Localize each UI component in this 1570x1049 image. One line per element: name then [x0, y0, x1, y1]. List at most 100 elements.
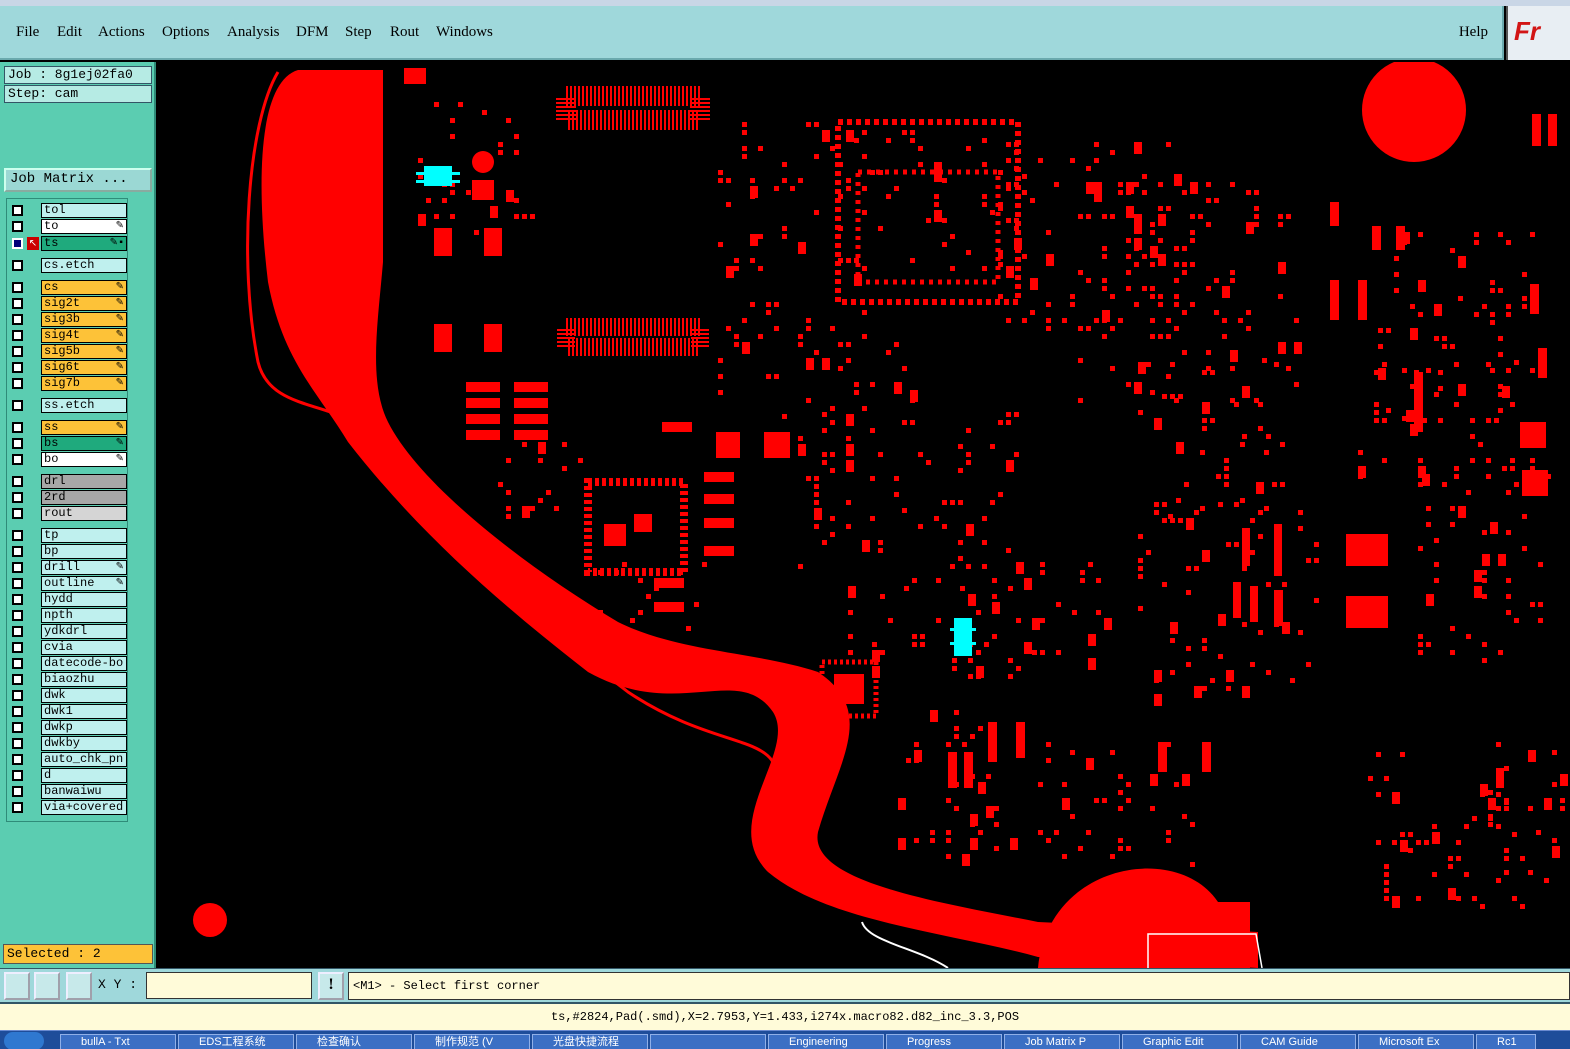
- taskbar-item[interactable]: [650, 1034, 766, 1049]
- layer-row-drl[interactable]: drl: [9, 474, 127, 489]
- menu-file[interactable]: File: [16, 24, 39, 41]
- zoom-home-icon[interactable]: [4, 972, 30, 1000]
- layer-name[interactable]: sig3b ✎: [41, 312, 127, 327]
- layer-checkbox[interactable]: [12, 786, 23, 797]
- layer-row-bs[interactable]: bs ✎: [9, 436, 127, 451]
- layer-checkbox[interactable]: [12, 260, 23, 271]
- layer-checkbox[interactable]: [12, 205, 23, 216]
- layer-row-to[interactable]: to ✎: [9, 219, 127, 234]
- layer-checkbox[interactable]: [12, 378, 23, 389]
- layer-checkbox[interactable]: [12, 454, 23, 465]
- layer-name[interactable]: dwkby: [41, 736, 127, 751]
- layer-row-bp[interactable]: bp: [9, 544, 127, 559]
- layer-row-sig3b[interactable]: sig3b ✎: [9, 312, 127, 327]
- layer-name[interactable]: banwaiwu: [41, 784, 127, 799]
- layer-row-d[interactable]: d: [9, 768, 127, 783]
- layer-checkbox[interactable]: [12, 754, 23, 765]
- layer-checkbox[interactable]: [12, 330, 23, 341]
- xy-coordinate-input[interactable]: [146, 972, 312, 999]
- start-button[interactable]: [4, 1032, 44, 1049]
- layer-checkbox[interactable]: [12, 508, 23, 519]
- layer-row-sig4t[interactable]: sig4t ✎: [9, 328, 127, 343]
- menu-analysis[interactable]: Analysis: [227, 24, 280, 41]
- layer-checkbox[interactable]: [12, 314, 23, 325]
- menu-help[interactable]: Help: [1459, 24, 1488, 41]
- pcb-layer-view[interactable]: [158, 62, 1570, 968]
- layer-checkbox[interactable]: [12, 610, 23, 621]
- layer-name[interactable]: hydd: [41, 592, 127, 607]
- layer-name[interactable]: tol: [41, 203, 127, 218]
- menu-windows[interactable]: Windows: [436, 24, 493, 41]
- layer-row-dwkp[interactable]: dwkp: [9, 720, 127, 735]
- layer-checkbox[interactable]: [12, 562, 23, 573]
- taskbar-item[interactable]: Microsoft Ex: [1358, 1034, 1474, 1049]
- layer-checkbox[interactable]: [12, 362, 23, 373]
- layer-name[interactable]: sig2t ✎: [41, 296, 127, 311]
- layer-row-sig7b[interactable]: sig7b ✎: [9, 376, 127, 391]
- taskbar-item[interactable]: Engineering: [768, 1034, 884, 1049]
- layer-row-biaozhu[interactable]: biaozhu: [9, 672, 127, 687]
- layer-checkbox[interactable]: [12, 221, 23, 232]
- layer-name[interactable]: 2rd: [41, 490, 127, 505]
- layer-row-bo[interactable]: bo ✎: [9, 452, 127, 467]
- alert-button[interactable]: !: [318, 972, 344, 1000]
- taskbar-item[interactable]: bullA - Txt: [60, 1034, 176, 1049]
- layer-row-cs-etch[interactable]: cs.etch: [9, 258, 127, 273]
- layer-row-banwaiwu[interactable]: banwaiwu: [9, 784, 127, 799]
- layer-checkbox[interactable]: [12, 282, 23, 293]
- layer-name[interactable]: sig5b ✎: [41, 344, 127, 359]
- layer-row-dwkby[interactable]: dwkby: [9, 736, 127, 751]
- layer-row-via-covered[interactable]: via+covered: [9, 800, 127, 815]
- layer-checkbox[interactable]: [12, 400, 23, 411]
- measure-icon[interactable]: [34, 972, 60, 1000]
- layer-row-sig2t[interactable]: sig2t ✎: [9, 296, 127, 311]
- layer-name[interactable]: outline ✎: [41, 576, 127, 591]
- layer-name[interactable]: drl: [41, 474, 127, 489]
- taskbar-item[interactable]: 光盘快捷流程: [532, 1034, 648, 1049]
- layer-checkbox[interactable]: [12, 476, 23, 487]
- taskbar-item[interactable]: Graphic Edit: [1122, 1034, 1238, 1049]
- layer-row-npth[interactable]: npth: [9, 608, 127, 623]
- layer-checkbox[interactable]: [12, 674, 23, 685]
- layer-name[interactable]: npth: [41, 608, 127, 623]
- layer-name[interactable]: d: [41, 768, 127, 783]
- layer-row-tol[interactable]: tol: [9, 203, 127, 218]
- layer-name[interactable]: cs ✎: [41, 280, 127, 295]
- layer-name[interactable]: dwk: [41, 688, 127, 703]
- layer-name[interactable]: auto_chk_pn: [41, 752, 127, 767]
- layer-row-ydkdrl[interactable]: ydkdrl: [9, 624, 127, 639]
- layer-row-datecode-bo[interactable]: datecode-bo: [9, 656, 127, 671]
- layer-name[interactable]: via+covered: [41, 800, 127, 815]
- layer-row-sig5b[interactable]: sig5b ✎: [9, 344, 127, 359]
- layer-checkbox[interactable]: [12, 802, 23, 813]
- taskbar-item[interactable]: EDS工程系统: [178, 1034, 294, 1049]
- layer-row-auto-chk-pn[interactable]: auto_chk_pn: [9, 752, 127, 767]
- layer-name[interactable]: sig7b ✎: [41, 376, 127, 391]
- layer-row-cs[interactable]: cs ✎: [9, 280, 127, 295]
- layer-checkbox[interactable]: [12, 346, 23, 357]
- layer-checkbox[interactable]: [12, 492, 23, 503]
- layer-checkbox[interactable]: [12, 530, 23, 541]
- layer-name[interactable]: rout: [41, 506, 127, 521]
- layer-row-ss-etch[interactable]: ss.etch: [9, 398, 127, 413]
- taskbar-item[interactable]: 制作规范 (V: [414, 1034, 530, 1049]
- layer-checkbox[interactable]: [12, 658, 23, 669]
- grid-snap-icon[interactable]: [66, 972, 92, 1000]
- layer-checkbox[interactable]: [12, 706, 23, 717]
- layer-checkbox[interactable]: [12, 298, 23, 309]
- layer-name[interactable]: ss ✎: [41, 420, 127, 435]
- taskbar-item[interactable]: 检查确认: [296, 1034, 412, 1049]
- layer-row-dwk1[interactable]: dwk1: [9, 704, 127, 719]
- layer-name[interactable]: ss.etch: [41, 398, 127, 413]
- layer-name[interactable]: bs ✎: [41, 436, 127, 451]
- layer-checkbox[interactable]: [12, 722, 23, 733]
- layer-checkbox[interactable]: [12, 578, 23, 589]
- layer-checkbox[interactable]: [12, 738, 23, 749]
- layer-row-rout[interactable]: rout: [9, 506, 127, 521]
- menu-rout[interactable]: Rout: [390, 24, 419, 41]
- layer-name[interactable]: biaozhu: [41, 672, 127, 687]
- layer-name[interactable]: bo ✎: [41, 452, 127, 467]
- layer-name[interactable]: cvia: [41, 640, 127, 655]
- menu-step[interactable]: Step: [345, 24, 372, 41]
- layer-checkbox[interactable]: [12, 546, 23, 557]
